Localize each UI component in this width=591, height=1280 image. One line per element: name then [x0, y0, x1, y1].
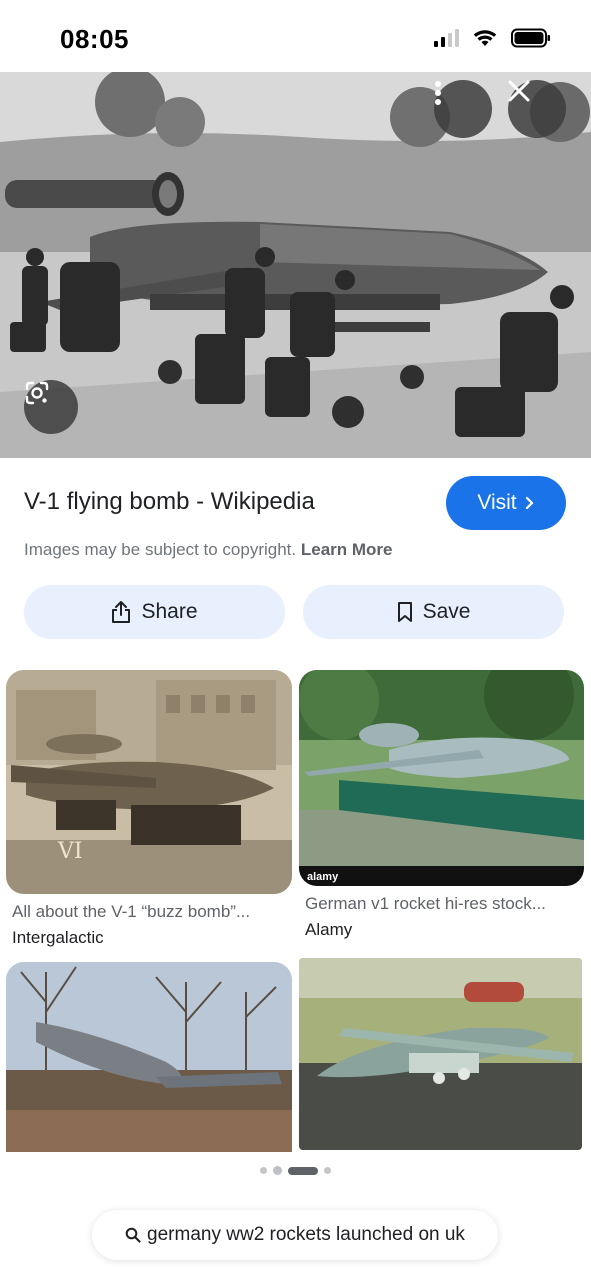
- bookmark-icon: [397, 602, 412, 622]
- cellular-signal-icon: [434, 29, 459, 47]
- search-icon: [125, 1227, 141, 1243]
- status-time: 08:05: [60, 24, 129, 54]
- lens-button[interactable]: [24, 380, 78, 434]
- search-chip-label: germany ww2 rockets launched on uk: [147, 1224, 465, 1245]
- related-image-2[interactable]: alamy: [299, 670, 584, 886]
- more-vert-icon: [435, 81, 441, 105]
- more-options-button[interactable]: [434, 80, 492, 138]
- wifi-icon: [473, 30, 497, 46]
- related-search-chip[interactable]: germany ww2 rockets launched on uk: [92, 1210, 498, 1260]
- related-image-1[interactable]: VI: [6, 670, 292, 894]
- learn-more-link[interactable]: Learn More: [301, 540, 393, 559]
- close-button[interactable]: [508, 80, 566, 138]
- copyright-notice: Images may be subject to copyright. Lear…: [24, 540, 393, 560]
- hero-image[interactable]: [0, 72, 591, 458]
- related-source-2: Alamy: [305, 920, 353, 939]
- chevron-right-icon: [525, 496, 533, 510]
- status-bar: 08:05: [0, 0, 591, 72]
- share-button[interactable]: Share: [24, 585, 285, 639]
- copyright-text: Images may be subject to copyright.: [24, 540, 297, 559]
- battery-icon: [511, 28, 550, 48]
- result-title[interactable]: V-1 flying bomb - Wikipedia: [24, 488, 315, 516]
- carousel-pager: [0, 1166, 591, 1175]
- related-image-4[interactable]: [299, 958, 582, 1150]
- v1-photo: [0, 72, 591, 458]
- save-button[interactable]: Save: [303, 585, 564, 639]
- visit-label: Visit: [477, 491, 517, 514]
- close-icon: [508, 80, 530, 102]
- lens-icon: [25, 381, 49, 405]
- save-label: Save: [422, 600, 471, 623]
- pager-dot: [324, 1167, 331, 1174]
- alamy-watermark: alamy: [307, 871, 339, 883]
- v1-label: VI: [57, 839, 83, 864]
- related-caption-2[interactable]: German v1 rocket hi-res stock...: [305, 894, 584, 914]
- pager-dot: [273, 1166, 282, 1175]
- v1-runway-photo: [299, 958, 582, 1150]
- share-icon: [112, 601, 131, 623]
- related-caption-1[interactable]: All about the V-1 “buzz bomb”...: [12, 902, 292, 922]
- pager-dot: [260, 1167, 267, 1174]
- related-source-1: Intergalactic: [12, 928, 104, 947]
- share-label: Share: [141, 600, 198, 623]
- v1-sepia-photo: VI: [6, 670, 292, 894]
- related-image-3[interactable]: [6, 962, 292, 1152]
- v1-green-ramp-photo: alamy: [299, 670, 584, 886]
- visit-button[interactable]: Visit: [446, 476, 566, 530]
- v1-trees-photo: [6, 962, 292, 1152]
- pager-dot-active: [288, 1166, 318, 1175]
- status-icons: [434, 28, 551, 48]
